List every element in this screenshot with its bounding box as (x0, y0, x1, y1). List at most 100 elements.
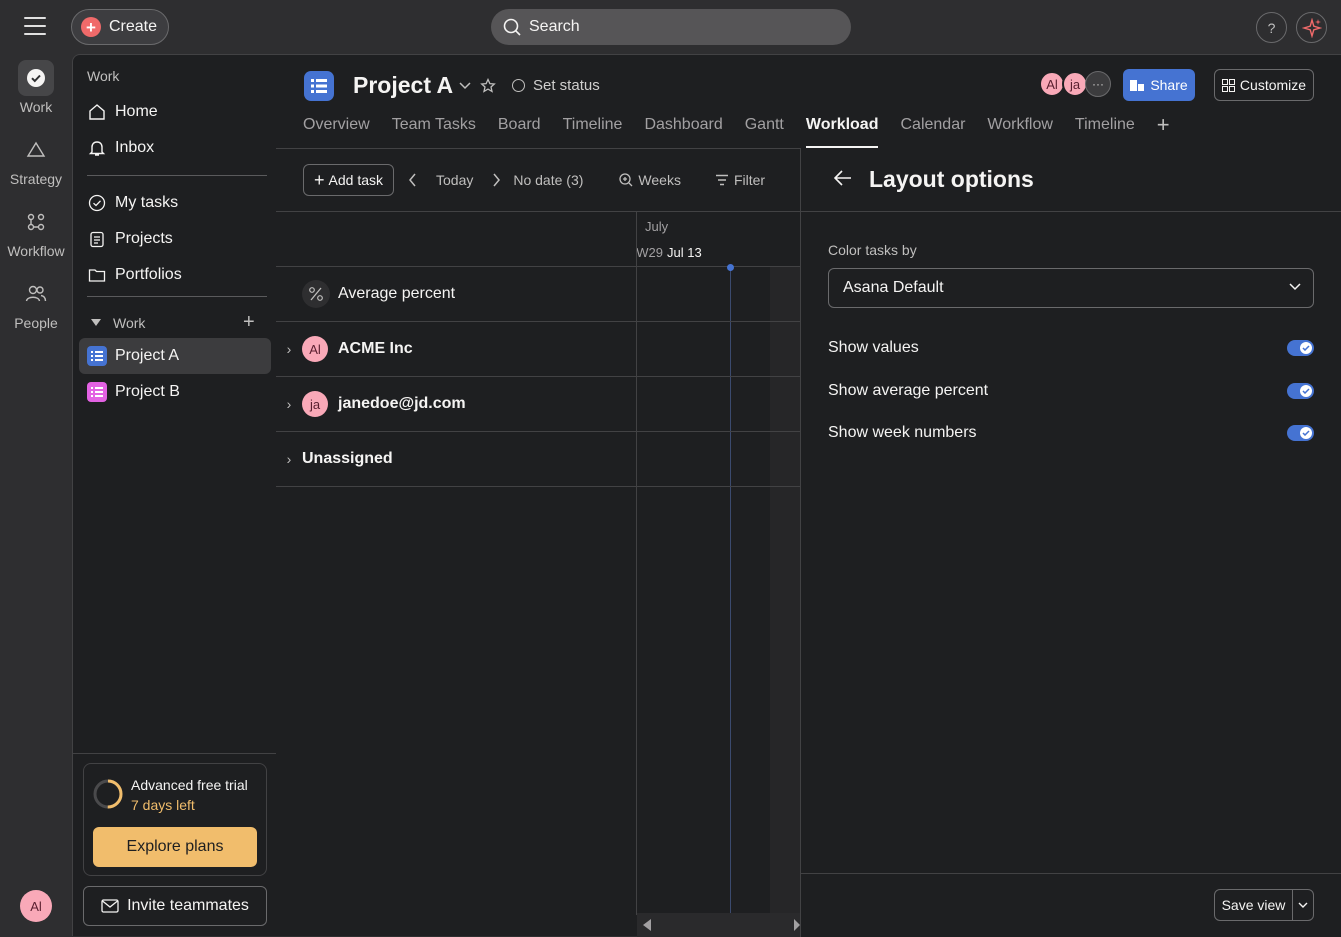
more-members-icon[interactable]: ··· (1085, 71, 1111, 97)
help-icon: ? (1267, 19, 1276, 36)
list-icon (87, 382, 107, 402)
invite-teammates-button[interactable]: Invite teammates (83, 886, 267, 926)
tab-board[interactable]: Board (498, 116, 541, 148)
show-average-percent-toggle[interactable] (1287, 383, 1314, 399)
rail-item-workflow[interactable]: Workflow (0, 204, 72, 259)
no-date-button[interactable]: No date (3) (513, 172, 583, 188)
status-circle-icon (512, 79, 525, 92)
invite-label: Invite teammates (127, 897, 249, 914)
create-label: Create (109, 18, 158, 35)
workload-row-acme[interactable]: › Al ACME Inc (276, 322, 800, 377)
customize-button[interactable]: Customize (1214, 69, 1314, 101)
arrow-left-icon[interactable] (834, 170, 852, 186)
create-button[interactable]: + Create (71, 9, 169, 45)
sidebar-item-projects[interactable]: Projects (79, 221, 271, 257)
filter-label: Filter (733, 172, 766, 188)
rail-item-work[interactable]: Work (0, 60, 72, 115)
percent-icon (302, 280, 330, 308)
filter-button[interactable]: Filter (715, 172, 765, 188)
tab-workflow[interactable]: Workflow (987, 116, 1053, 148)
plus-icon: + (314, 170, 325, 190)
help-button[interactable]: ? (1256, 12, 1287, 43)
search-icon (503, 18, 521, 36)
sidebar-divider (87, 296, 267, 297)
tab-overview[interactable]: Overview (303, 116, 370, 148)
rail-label: Work (19, 99, 53, 115)
rail-label: Workflow (7, 243, 65, 259)
avatar: Al (302, 336, 328, 362)
sidebar-item-my-tasks[interactable]: My tasks (79, 185, 271, 221)
save-view-button[interactable]: Save view (1214, 889, 1314, 921)
row-label: ACME Inc (338, 340, 413, 357)
chevron-right-icon[interactable]: › (276, 396, 302, 412)
set-status-button[interactable]: Set status (512, 77, 600, 94)
today-button[interactable]: Today (436, 172, 473, 188)
chevron-right-icon[interactable]: › (276, 451, 302, 467)
share-button[interactable]: Share (1123, 69, 1195, 101)
sidebar-item-label: Home (115, 103, 158, 120)
chevron-down-icon[interactable] (459, 82, 471, 90)
panel-footer-divider (801, 873, 1341, 874)
add-tab-icon[interactable]: + (1157, 114, 1170, 148)
chevron-left-icon[interactable] (408, 173, 418, 187)
timeline-week: Jul 13 (667, 245, 702, 260)
panel-title: Layout options (869, 166, 1034, 192)
rail-label: People (14, 315, 58, 331)
save-view-label: Save view (1215, 890, 1293, 920)
project-list-icon (304, 71, 334, 101)
customize-label: Customize (1239, 77, 1307, 93)
workload-row-average[interactable]: Average percent (276, 267, 800, 322)
rail-item-people[interactable]: People (0, 276, 72, 331)
sidebar-item-portfolios[interactable]: Portfolios (79, 257, 271, 293)
color-tasks-select[interactable]: Asana Default (828, 268, 1314, 308)
sidebar-item-label: Projects (115, 230, 173, 247)
show-values-toggle[interactable] (1287, 340, 1314, 356)
sidebar-item-inbox[interactable]: Inbox (79, 130, 271, 166)
tab-calendar[interactable]: Calendar (900, 116, 965, 148)
option-label: Show week numbers (828, 424, 977, 441)
row-label: janedoe@jd.com (338, 395, 466, 412)
search-placeholder: Search (529, 18, 580, 35)
add-task-button[interactable]: + Add task (303, 164, 394, 196)
add-task-label: Add task (328, 172, 383, 188)
left-rail: Work Strategy Workflow People Al (0, 54, 72, 936)
tab-gantt[interactable]: Gantt (745, 116, 784, 148)
star-icon[interactable] (480, 78, 496, 94)
workload-row-janedoe[interactable]: › ja janedoe@jd.com (276, 377, 800, 432)
share-icon (1130, 80, 1145, 91)
tab-timeline[interactable]: Timeline (563, 116, 623, 148)
ai-sparkle-button[interactable] (1296, 12, 1327, 43)
tab-timeline-2[interactable]: Timeline (1075, 116, 1135, 148)
top-bar: + Create Search ? (0, 0, 1341, 54)
triangle-icon (18, 132, 54, 168)
horizontal-scrollbar[interactable] (637, 913, 800, 937)
timeline-month: July (645, 219, 669, 234)
scroll-left-icon[interactable] (642, 919, 652, 931)
weeks-zoom-button[interactable]: Weeks (619, 172, 681, 188)
tab-workload[interactable]: Workload (805, 116, 878, 148)
menu-icon[interactable] (24, 17, 46, 35)
work-group-toggle[interactable]: Work (91, 315, 145, 331)
sidebar: Work Home Inbox My tasks Projects Portfo… (72, 54, 277, 936)
tab-dashboard[interactable]: Dashboard (644, 116, 722, 148)
add-project-icon[interactable]: + (243, 311, 255, 334)
explore-plans-button[interactable]: Explore plans (93, 827, 257, 867)
sidebar-item-home[interactable]: Home (79, 94, 271, 130)
search-input[interactable]: Search (491, 9, 851, 45)
show-week-numbers-toggle[interactable] (1287, 425, 1314, 441)
chevron-right-icon[interactable]: › (276, 341, 302, 357)
page-title: Project A (353, 72, 454, 98)
user-avatar[interactable]: Al (20, 890, 52, 922)
chevron-down-icon[interactable] (1293, 902, 1313, 908)
share-label: Share (1150, 77, 1188, 93)
sidebar-item-project-a[interactable]: Project A (79, 338, 271, 374)
chevron-right-icon[interactable] (491, 173, 501, 187)
sidebar-divider (87, 175, 267, 176)
sidebar-item-project-b[interactable]: Project B (79, 374, 271, 410)
check-circle-icon (87, 193, 107, 213)
tab-team-tasks[interactable]: Team Tasks (392, 116, 476, 148)
workload-row-unassigned[interactable]: › Unassigned (276, 432, 800, 487)
check-icon (1300, 385, 1312, 397)
rail-item-strategy[interactable]: Strategy (0, 132, 72, 187)
sidebar-item-label: My tasks (115, 194, 179, 211)
